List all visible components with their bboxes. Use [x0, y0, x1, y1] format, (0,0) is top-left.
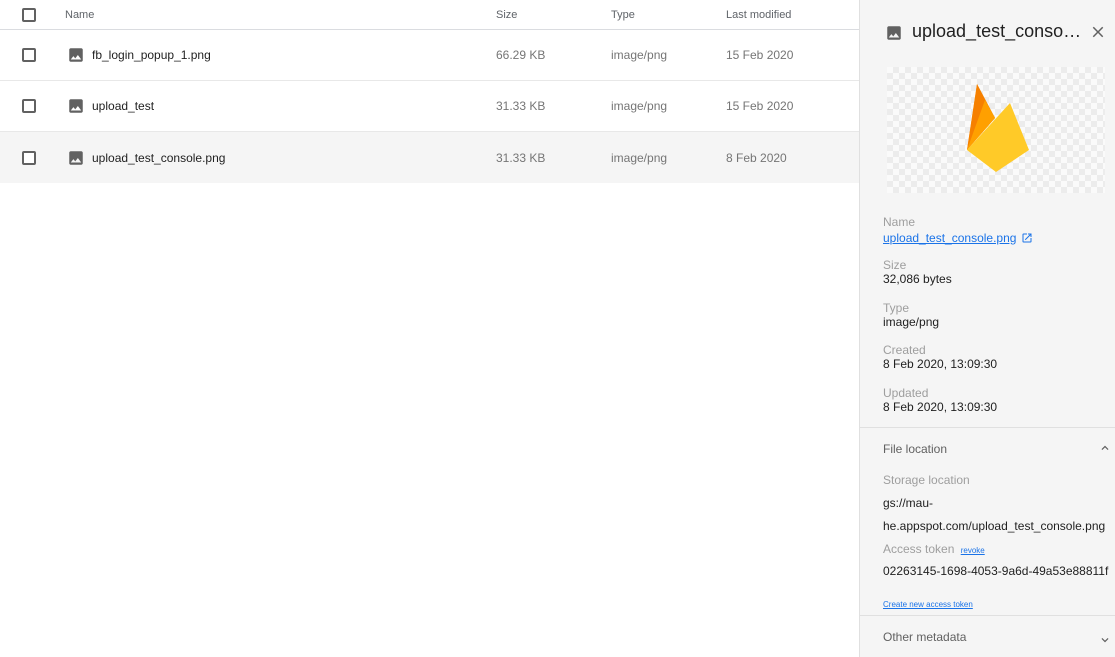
file-location-label: File location — [883, 442, 948, 456]
access-token-label: Access token — [883, 542, 955, 556]
other-metadata-section-toggle[interactable]: Other metadata — [860, 616, 1115, 656]
column-header-type[interactable]: Type — [611, 0, 635, 30]
file-type: image/png — [611, 150, 668, 165]
type-value: image/png — [883, 315, 940, 329]
image-icon — [69, 150, 83, 165]
image-icon — [887, 26, 901, 40]
row-checkbox[interactable] — [22, 150, 36, 165]
file-name-link-text[interactable]: upload_test_console.png — [883, 231, 1016, 245]
name-label: Name — [883, 215, 916, 229]
storage-location-label: Storage location — [883, 473, 970, 487]
create-new-access-token-link[interactable]: Create new access token — [883, 600, 973, 609]
revoke-link[interactable]: revoke — [961, 546, 985, 555]
row-checkbox[interactable] — [22, 99, 36, 113]
chevron-up-icon[interactable] — [1098, 441, 1112, 455]
table-row-selected[interactable]: upload_test_console.png 31.33 KB image/p… — [0, 132, 859, 183]
file-size: 66.29 KB — [496, 48, 546, 62]
file-size: 31.33 KB — [496, 99, 546, 113]
file-details-panel: upload_test_console.png Name upload_test… — [859, 0, 1115, 657]
created-value: 8 Feb 2020, 13:09:30 — [883, 357, 998, 371]
file-type: image/png — [611, 48, 668, 62]
access-token-value: 02263145-1698-4053-9a6d-49a53e88811f — [883, 564, 1109, 578]
image-icon — [69, 99, 83, 113]
file-modified: 8 Feb 2020 — [726, 150, 787, 165]
size-value: 32,086 bytes — [883, 272, 952, 286]
firebase-logo-icon — [967, 84, 1029, 172]
column-header-last-modified[interactable]: Last modified — [726, 0, 791, 30]
file-size: 31.33 KB — [496, 150, 546, 165]
table-row[interactable]: fb_login_popup_1.png 66.29 KB image/png … — [0, 30, 859, 81]
panel-title: upload_test_console.png — [912, 21, 1082, 41]
file-name-link[interactable]: upload_test_console.png — [883, 231, 1033, 245]
updated-label: Updated — [883, 386, 929, 400]
open-in-new-icon[interactable] — [1021, 232, 1033, 244]
file-name[interactable]: upload_test_console.png — [92, 151, 225, 165]
file-modified: 15 Feb 2020 — [726, 99, 794, 113]
file-name[interactable]: upload_test — [92, 99, 154, 113]
file-location-section-toggle[interactable]: File location — [860, 428, 1115, 468]
size-label: Size — [883, 258, 907, 272]
created-label: Created — [883, 343, 926, 357]
row-checkbox[interactable] — [22, 48, 36, 62]
panel-header: upload_test_console.png — [860, 0, 1115, 66]
file-table: Name Size Type Last modified fb_login_po… — [0, 0, 859, 657]
column-header-size[interactable]: Size — [496, 0, 517, 30]
other-metadata-label: Other metadata — [883, 630, 967, 644]
file-modified: 15 Feb 2020 — [726, 48, 794, 62]
select-all-checkbox[interactable] — [22, 8, 36, 22]
updated-value: 8 Feb 2020, 13:09:30 — [883, 400, 998, 414]
table-row[interactable]: upload_test 31.33 KB image/png 15 Feb 20… — [0, 81, 859, 132]
close-icon[interactable] — [1089, 23, 1107, 41]
type-label: Type — [883, 301, 910, 315]
image-preview — [887, 67, 1105, 193]
file-type: image/png — [611, 99, 668, 113]
file-name[interactable]: fb_login_popup_1.png — [92, 48, 211, 62]
storage-location-value: gs://mau-he.appspot.com/upload_test_cons… — [883, 496, 1106, 533]
chevron-down-icon[interactable] — [1098, 633, 1112, 647]
column-header-name[interactable]: Name — [65, 0, 94, 30]
table-header: Name Size Type Last modified — [0, 0, 859, 30]
image-icon — [69, 48, 83, 62]
